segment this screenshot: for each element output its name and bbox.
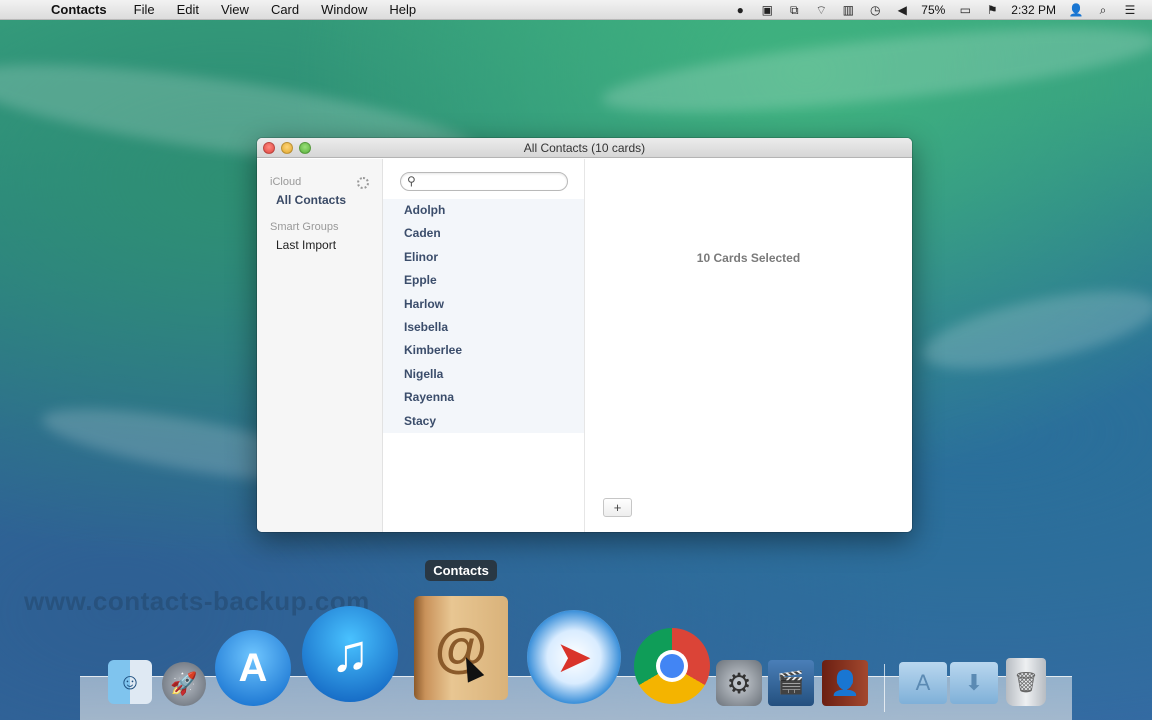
- battery-percent[interactable]: 75%: [921, 3, 945, 17]
- zoom-button[interactable]: [299, 142, 311, 154]
- chrome-icon-ring: [656, 650, 688, 682]
- list-item[interactable]: Harlow: [383, 293, 584, 316]
- menu-extras: ● ▣ ⧉ ⌔ ▥ ◷ ◀ 75% ▭ ⚑ 2:32 PM 👤 ⌕ ☰: [732, 0, 1152, 20]
- selection-status: 10 Cards Selected: [696, 251, 801, 265]
- windows-icon[interactable]: ⧉: [786, 3, 802, 17]
- wifi-icon[interactable]: ⌔: [813, 3, 829, 17]
- card-detail-pane: 10 Cards Selected +: [585, 159, 912, 532]
- chrome-icon-core: [660, 654, 684, 678]
- address-book-icon[interactable]: 👤: [822, 660, 868, 706]
- battery-icon[interactable]: ▭: [957, 3, 973, 17]
- search-field[interactable]: ⚲: [400, 172, 568, 191]
- contacts-list: Adolph Caden Elinor Epple Harlow Isebell…: [383, 199, 584, 433]
- title-bar[interactable]: All Contacts (10 cards): [257, 138, 912, 158]
- menu-app-name[interactable]: Contacts: [51, 2, 107, 17]
- menu-help[interactable]: Help: [389, 2, 416, 17]
- list-item[interactable]: Rayenna: [383, 386, 584, 409]
- list-icon[interactable]: ☰: [1122, 3, 1138, 17]
- menu-file[interactable]: File: [134, 2, 155, 17]
- screen-icon[interactable]: ▣: [759, 3, 775, 17]
- flag-icon[interactable]: ⚑: [984, 3, 1000, 17]
- launchpad-icon[interactable]: 🚀: [162, 662, 206, 706]
- finder-icon[interactable]: ☺: [108, 660, 152, 704]
- sidebar-header-icloud: iCloud: [270, 176, 302, 188]
- wallpaper-wave: [598, 10, 1152, 130]
- contacts-list-pane: ⚲ Adolph Caden Elinor Epple Harlow Isebe…: [383, 159, 585, 532]
- list-item[interactable]: Caden: [383, 222, 584, 245]
- search-icon: ⚲: [407, 174, 416, 188]
- trash-icon[interactable]: 🗑: [1006, 658, 1046, 706]
- list-item[interactable]: Stacy: [383, 410, 584, 433]
- list-item[interactable]: Isebella: [383, 316, 584, 339]
- search-input[interactable]: [423, 174, 563, 189]
- safari-icon[interactable]: ➤: [527, 610, 621, 704]
- menu-view[interactable]: View: [221, 2, 249, 17]
- loading-spinner-icon: [357, 177, 369, 189]
- minimize-button[interactable]: [281, 142, 293, 154]
- menu-edit[interactable]: Edit: [177, 2, 199, 17]
- applications-folder-icon[interactable]: A: [899, 662, 947, 704]
- dock-tooltip: Contacts: [425, 560, 497, 581]
- list-item[interactable]: Adolph: [383, 199, 584, 222]
- menu-window[interactable]: Window: [321, 2, 367, 17]
- watermark: www.contacts-backup.com: [24, 586, 370, 616]
- time-machine-icon[interactable]: ◷: [867, 3, 883, 17]
- battery-box-icon[interactable]: ▥: [840, 3, 856, 17]
- add-contact-button[interactable]: +: [603, 498, 632, 517]
- downloads-folder-icon[interactable]: ⬇: [950, 662, 998, 704]
- window-title: All Contacts (10 cards): [523, 141, 646, 155]
- sidebar-header-smart-groups: Smart Groups: [270, 221, 339, 233]
- preview-icon[interactable]: 🎬: [768, 660, 814, 706]
- sidebar-item-last-import[interactable]: Last Import: [276, 238, 336, 252]
- list-item[interactable]: Nigella: [383, 363, 584, 386]
- menu-bar: Contacts File Edit View Card Window Help…: [0, 0, 1152, 20]
- sidebar-item-all-contacts[interactable]: All Contacts: [276, 193, 346, 207]
- wallpaper-wave: [916, 275, 1152, 385]
- chrome-icon[interactable]: [634, 628, 710, 704]
- groups-sidebar: iCloud All Contacts Smart Groups Last Im…: [257, 159, 383, 532]
- list-item[interactable]: Kimberlee: [383, 339, 584, 362]
- app-store-icon[interactable]: A: [215, 630, 291, 706]
- contacts-window: All Contacts (10 cards) iCloud All Conta…: [257, 138, 912, 532]
- list-item[interactable]: Epple: [383, 269, 584, 292]
- user-icon[interactable]: 👤: [1068, 3, 1084, 17]
- dock-separator: [884, 664, 885, 712]
- spotlight-icon[interactable]: ⌕: [1095, 3, 1111, 17]
- close-button[interactable]: [263, 142, 275, 154]
- system-preferences-icon[interactable]: ⚙: [716, 660, 762, 706]
- bell-icon[interactable]: ●: [732, 3, 748, 17]
- contacts-app-icon[interactable]: @: [414, 596, 508, 700]
- menu-card[interactable]: Card: [271, 2, 299, 17]
- volume-icon[interactable]: ◀: [894, 3, 910, 17]
- itunes-icon[interactable]: ♫: [302, 606, 398, 702]
- list-item[interactable]: Elinor: [383, 246, 584, 269]
- clock[interactable]: 2:32 PM: [1011, 3, 1056, 17]
